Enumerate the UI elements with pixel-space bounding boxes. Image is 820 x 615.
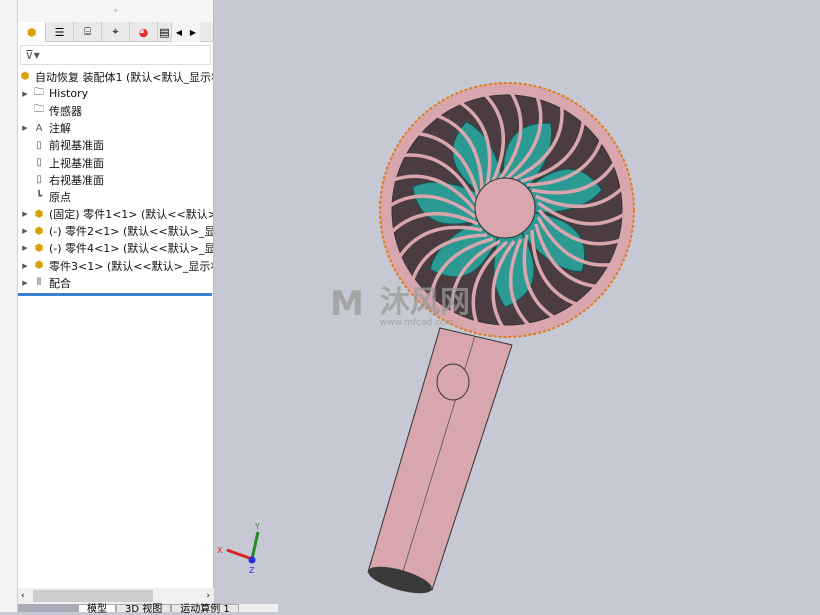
expand-arrow-icon[interactable]: ▶	[18, 262, 32, 270]
tree-item[interactable]: ▶ ⬢ (-) 零件2<1> (默认<<默认>_显示	[18, 223, 213, 240]
tree-item-label: 传感器	[49, 104, 82, 118]
graphics-viewport[interactable]: M 沐风网 www.mfcad.com Y X Z	[214, 0, 820, 612]
tabs-scroll-right[interactable]: ▶	[186, 22, 200, 42]
expand-arrow-icon[interactable]: ▶	[18, 244, 32, 252]
watermark-text: 沐风网	[380, 285, 470, 320]
config-icon: ⌸	[84, 25, 91, 38]
expand-arrow-icon[interactable]: ▶	[18, 210, 32, 218]
annotation-folder-icon: A	[35, 122, 43, 134]
sensor-folder-icon: 🗀	[34, 104, 44, 116]
cam-icon: ▤	[159, 25, 170, 39]
expand-arrow-icon[interactable]: ▶	[18, 90, 32, 98]
origin-icon: ┗	[35, 191, 43, 203]
assembly-icon: ⬢	[20, 71, 30, 83]
x-label: X	[217, 546, 223, 555]
tree-item-label: (固定) 零件1<1> (默认<<默认>_	[49, 208, 213, 222]
crosshair-icon: ⌖	[112, 25, 119, 38]
tree-item-label: 前视基准面	[49, 139, 104, 153]
tree-item-label: 零件3<1> (默认<<默认>_显示状	[49, 259, 213, 273]
expand-arrow-icon[interactable]: ▶	[18, 227, 32, 235]
part-icon: ⬢	[34, 260, 44, 272]
tree-item[interactable]: 🗀 传感器	[18, 102, 213, 119]
part-icon: ⬢	[34, 242, 44, 254]
feature-tree: ⬢ 自动恢复 装配体1 (默认<默认_显示状 ▶ 🗀 History 🗀 传感器 ▶ A 注解 ▯…	[18, 68, 213, 291]
tab-display-manager[interactable]: ◕	[130, 22, 158, 42]
tree-item[interactable]: ▶ ⬢ (-) 零件4<1> (默认<<默认>_显示	[18, 240, 213, 257]
tab-nav-buttons[interactable]	[18, 604, 78, 612]
tab-model[interactable]: 模型	[78, 604, 116, 615]
tree-item[interactable]: ▯ 上视基准面	[18, 154, 213, 171]
tree-item-label: (-) 零件2<1> (默认<<默认>_显示	[49, 225, 213, 239]
plane-icon: ▯	[36, 157, 42, 169]
tree-item[interactable]: ▯ 右视基准面	[18, 171, 213, 188]
tree-filter[interactable]: ⊽▾	[20, 45, 211, 65]
x-axis-arrow	[226, 548, 253, 561]
tab-3d-view[interactable]: 3D 视图	[116, 604, 172, 615]
tree-item-label: (-) 零件4<1> (默认<<默认>_显示	[49, 242, 213, 256]
left-toolbar-strip	[0, 0, 18, 612]
y-axis-arrow	[250, 531, 260, 560]
scroll-thumb[interactable]	[32, 590, 153, 602]
tree-item-label: 注解	[49, 122, 71, 136]
plane-icon: ▯	[36, 139, 42, 151]
axis-triad: Y X Z	[217, 522, 260, 575]
feature-manager-panel: ∘ ⬢ ☰ ⌸ ⌖ ◕ ▤ ◀ ▶ ⊽▾ ⬢ 自动恢复 装配体1 (默认<默认_显…	[18, 0, 214, 604]
tabs-scroll-left[interactable]: ◀	[172, 22, 186, 42]
scroll-left-icon[interactable]: ‹	[21, 591, 25, 601]
history-folder-icon: 🗀	[34, 87, 44, 99]
tree-item[interactable]: ▶ 🗀 History	[18, 85, 213, 102]
tab-dimxpert-manager[interactable]: ⌖	[102, 22, 130, 42]
tree-item[interactable]: ▶ ⫴ 配合	[18, 274, 213, 291]
tree-item-label: 右视基准面	[49, 173, 104, 187]
tab-feature-manager[interactable]: ⬢	[18, 22, 46, 42]
tree-item-label: History	[49, 87, 89, 101]
fan-handle	[367, 327, 513, 594]
tree-item[interactable]: ▶ A 注解	[18, 120, 213, 137]
watermark-url: www.mfcad.com	[380, 318, 454, 328]
tree-item-label: 上视基准面	[49, 156, 104, 170]
part-icon: ⬢	[34, 208, 44, 220]
assembly-icon: ⬢	[26, 25, 37, 39]
panel-grip[interactable]: ∘	[18, 0, 213, 22]
color-wheel-icon: ◕	[138, 25, 149, 39]
funnel-icon: ⊽▾	[25, 48, 40, 62]
mates-icon: ⫴	[36, 277, 42, 289]
y-label: Y	[254, 522, 260, 531]
tree-item[interactable]: ▶ ⬢ 零件3<1> (默认<<默认>_显示状	[18, 257, 213, 274]
part-icon: ⬢	[34, 225, 44, 237]
tree-item[interactable]: ▶ ⬢ (固定) 零件1<1> (默认<<默认>_	[18, 206, 213, 223]
tree-root[interactable]: ⬢ 自动恢复 装配体1 (默认<默认_显示状	[18, 68, 213, 85]
manager-tabs: ⬢ ☰ ⌸ ⌖ ◕ ▤ ◀ ▶	[18, 22, 213, 42]
rollback-bar[interactable]	[18, 293, 212, 297]
z-axis-dot	[248, 556, 256, 564]
list-icon: ☰	[54, 25, 65, 39]
tree-item[interactable]: ▯ 前视基准面	[18, 137, 213, 154]
tree-item-label: 配合	[49, 276, 71, 290]
expand-arrow-icon[interactable]: ▶	[18, 124, 32, 132]
expand-arrow-icon[interactable]: ▶	[18, 279, 32, 287]
tab-configuration-manager[interactable]: ⌸	[74, 22, 102, 42]
horizontal-scrollbar[interactable]: ‹ ›	[18, 588, 214, 604]
z-label: Z	[249, 566, 255, 575]
scroll-right-icon[interactable]: ›	[206, 591, 210, 601]
watermark-logo-icon: M	[330, 284, 364, 324]
tab-cam[interactable]: ▤	[158, 22, 172, 42]
tab-property-manager[interactable]: ☰	[46, 22, 74, 42]
tree-item-label: 原点	[49, 190, 71, 204]
tree-item[interactable]: ┗ 原点	[18, 188, 213, 205]
watermark: M 沐风网 www.mfcad.com	[330, 284, 470, 328]
plane-icon: ▯	[36, 174, 42, 186]
